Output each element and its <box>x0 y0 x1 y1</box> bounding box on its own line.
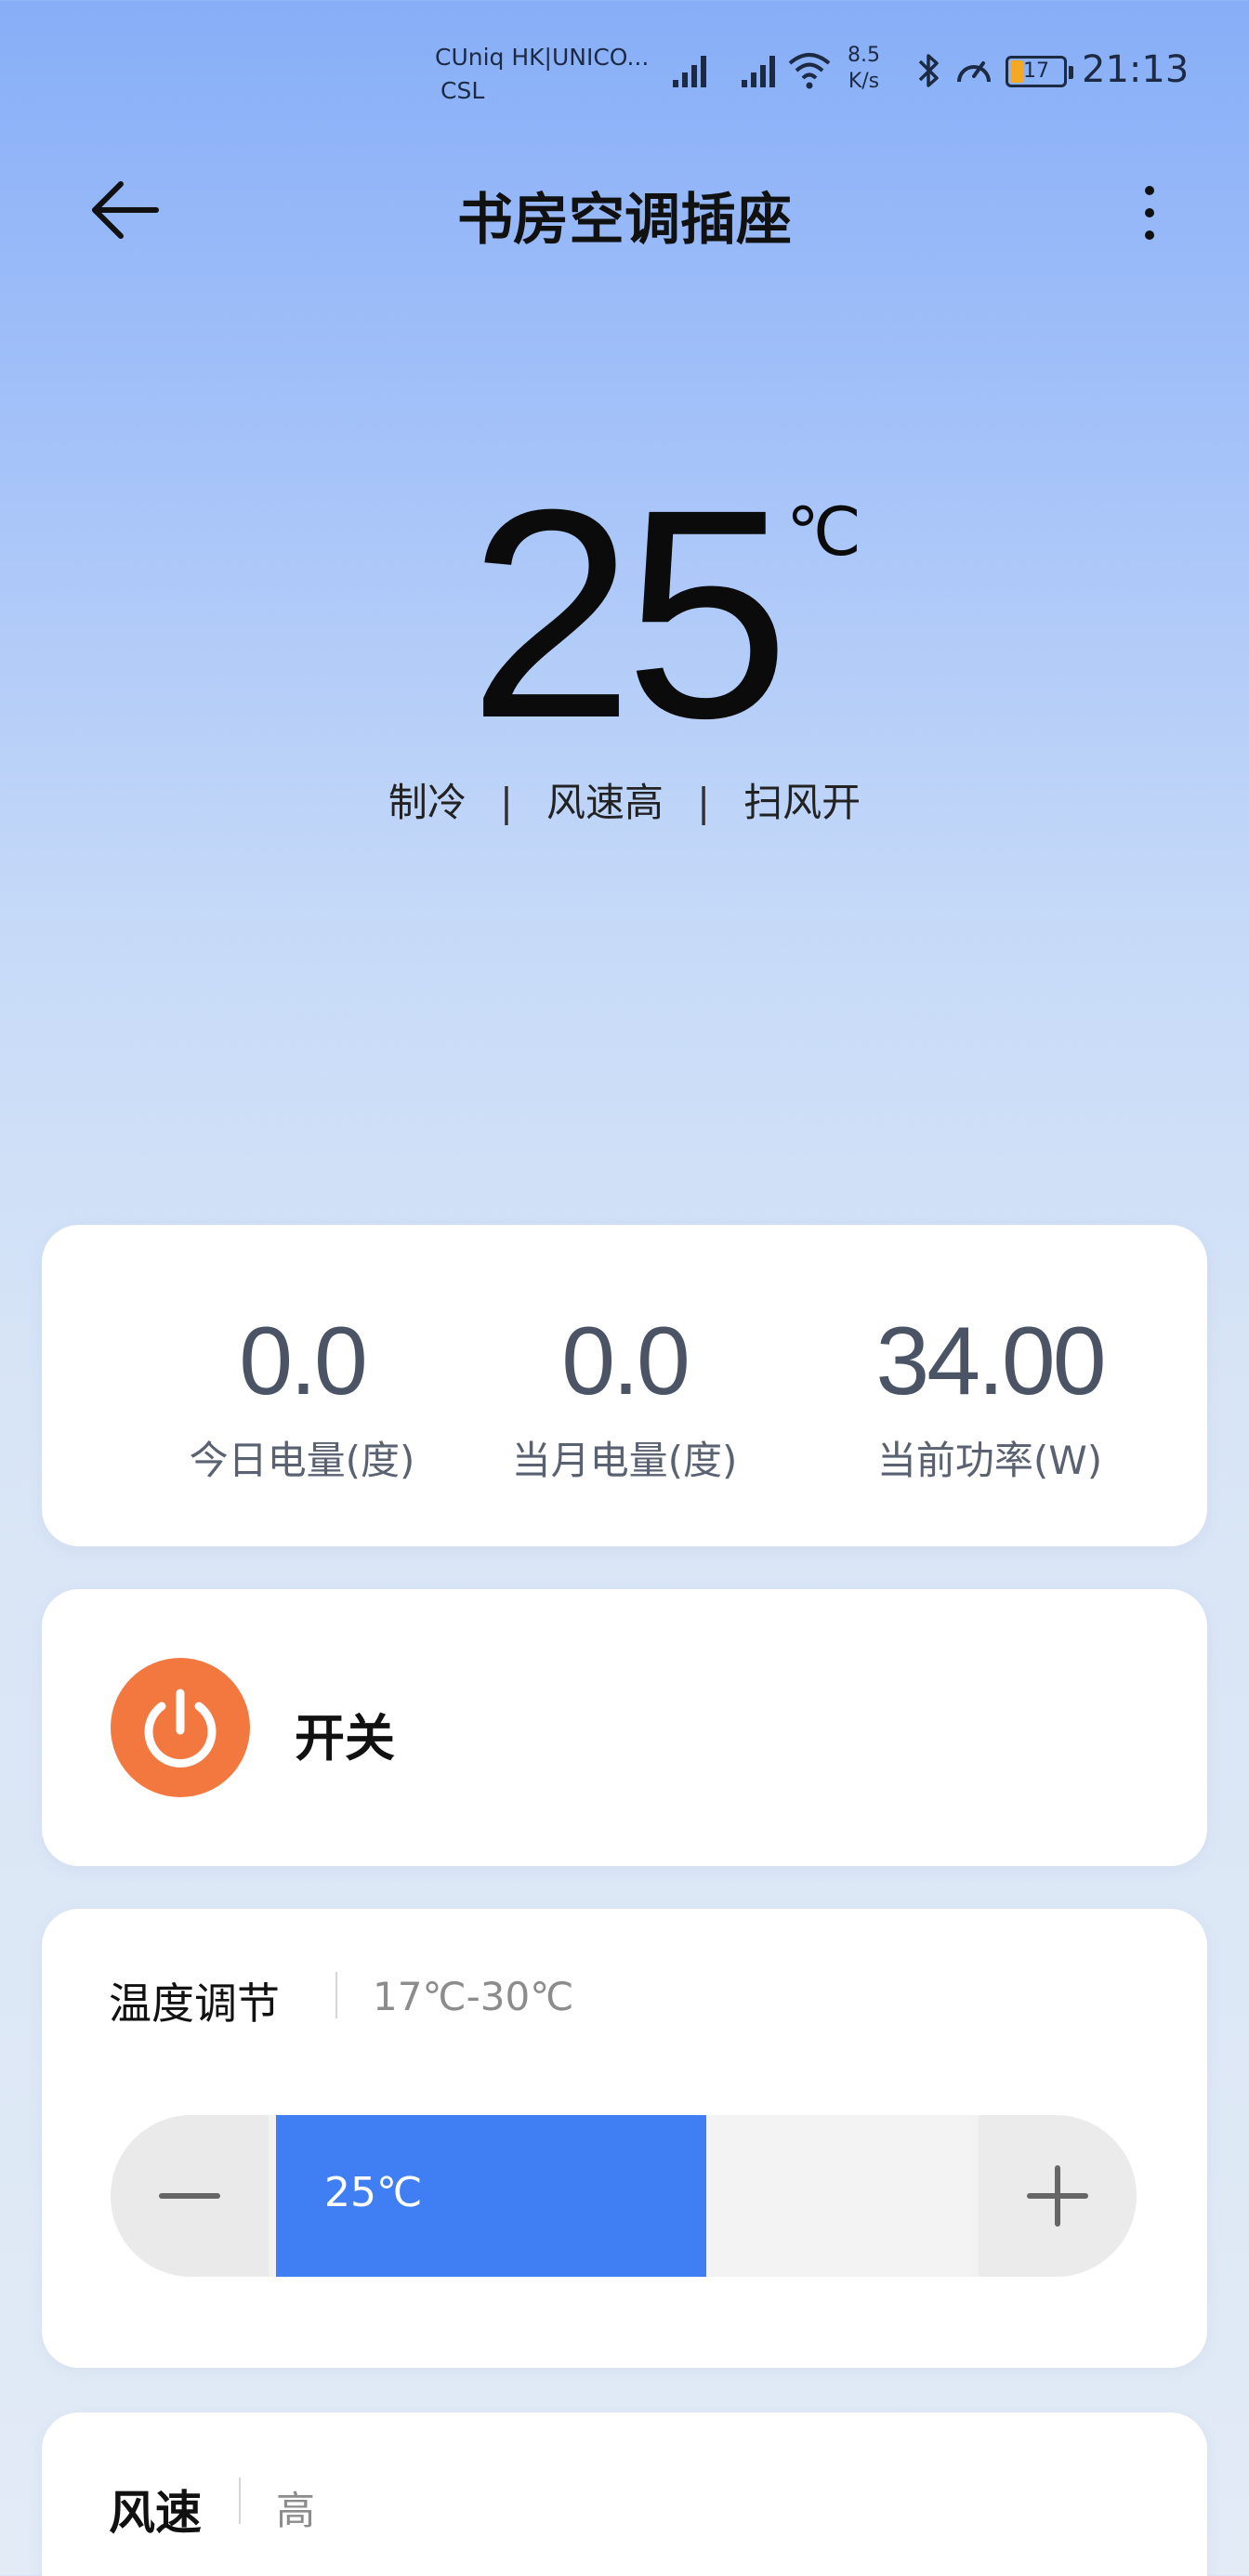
energy-card: 0.0 今日电量(度) 0.0 当月电量(度) 34.00 当前功率(W) <box>42 1225 1207 1546</box>
stat-today-energy: 0.0 今日电量(度) <box>116 1310 488 1486</box>
speedometer-icon <box>957 61 991 83</box>
bluetooth-icon <box>918 54 939 87</box>
battery-level: 17 <box>1023 59 1049 83</box>
temperature-unit: ℃ <box>786 493 861 571</box>
fan-label: 风速高 <box>546 780 664 825</box>
temperature-control-title: 温度调节 <box>109 1978 280 2029</box>
current-temperature: 25 <box>468 447 790 780</box>
fan-speed-title: 风速 <box>109 2486 202 2540</box>
separator: | <box>499 780 513 825</box>
stat-label: 当前功率(W) <box>876 1438 1103 1483</box>
network-speed-value: 8.5 <box>848 44 880 67</box>
battery-icon: 17 <box>1006 56 1073 87</box>
stat-month-energy: 0.0 当月电量(度) <box>439 1310 810 1486</box>
decrease-temperature-button[interactable] <box>111 2115 269 2277</box>
stat-value: 0.0 <box>239 1308 368 1415</box>
stat-value: 34.00 <box>875 1308 1106 1415</box>
divider <box>335 1972 337 2018</box>
more-vertical-icon <box>1145 186 1154 195</box>
power-icon <box>144 1689 217 1768</box>
fan-speed-card: 风速 高 <box>42 2412 1207 2576</box>
status-bar: CUniq HK|UNICO... CSL 8.5 K/s 17 21:13 <box>0 0 1249 139</box>
power-card: 开关 <box>42 1589 1207 1866</box>
temperature-fill[interactable]: 25℃ <box>276 2115 706 2277</box>
separator: | <box>697 780 711 825</box>
status-time: 21:13 <box>1082 48 1190 91</box>
signal-icon-2 <box>742 56 775 87</box>
stat-label: 今日电量(度) <box>189 1438 415 1483</box>
divider <box>239 2477 241 2524</box>
temperature-control-card: 温度调节 17℃-30℃ 25℃ <box>42 1909 1207 2368</box>
wifi-icon <box>788 53 831 89</box>
temperature-track[interactable]: 25℃ <box>276 2115 969 2277</box>
increase-temperature-button[interactable] <box>979 2115 1137 2277</box>
network-speed: 8.5 K/s <box>848 43 880 95</box>
network-speed-unit: K/s <box>848 70 880 93</box>
page-title: 书房空调插座 <box>457 188 792 253</box>
swing-label: 扫风开 <box>743 780 861 825</box>
carrier-name: CUniq HK|UNICO... CSL <box>435 41 649 108</box>
temperature-value: 25℃ <box>324 2169 423 2216</box>
power-label: 开关 <box>295 1709 395 1768</box>
mode-label: 制冷 <box>388 780 467 825</box>
mode-summary: 制冷 | 风速高 | 扫风开 <box>0 771 1249 828</box>
temperature-range: 17℃-30℃ <box>373 1974 574 2019</box>
more-options-button[interactable] <box>1126 178 1173 243</box>
carrier-line-2: CSL <box>440 77 485 104</box>
stat-value: 0.0 <box>561 1308 690 1415</box>
fan-speed-value: 高 <box>276 2488 316 2533</box>
stat-current-power: 34.00 当前功率(W) <box>804 1310 1176 1486</box>
power-toggle-button[interactable] <box>111 1658 250 1797</box>
temperature-slider: 25℃ <box>111 2115 1137 2277</box>
carrier-line-1: CUniq HK|UNICO... <box>435 44 650 71</box>
stat-label: 当月电量(度) <box>511 1438 738 1483</box>
signal-icon <box>673 56 706 87</box>
